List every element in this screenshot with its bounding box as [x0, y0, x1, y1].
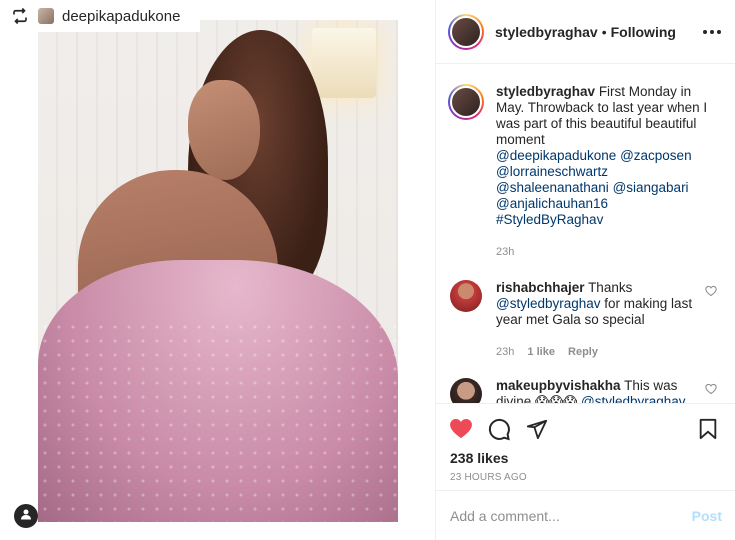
comment-text: Thanks	[588, 280, 633, 295]
comment-like-heart-icon[interactable]	[705, 284, 719, 298]
photo-face	[188, 80, 260, 180]
mention-link[interactable]: @lorraineschwartz	[496, 164, 608, 179]
more-options-icon[interactable]	[703, 24, 721, 40]
repost-attribution: deepikapadukone	[0, 0, 200, 32]
caption-time[interactable]: 23h	[496, 246, 514, 258]
comment-avatar[interactable]	[450, 378, 482, 403]
bookmark-icon[interactable]	[695, 416, 721, 442]
comment-input[interactable]	[450, 507, 692, 524]
hashtag-link[interactable]: #StyledByRaghav	[496, 212, 603, 227]
post-caption: styledbyraghav First Monday in May. Thro…	[448, 84, 719, 260]
heart-icon[interactable]	[448, 416, 474, 442]
photo-gown-sparkle	[38, 320, 398, 522]
caption-avatar[interactable]	[448, 84, 484, 120]
user-icon	[20, 507, 32, 525]
caption-meta: 23h	[496, 244, 714, 260]
reply-button[interactable]: Reply	[568, 346, 598, 358]
mention-link[interactable]: @styledbyraghav	[581, 394, 686, 403]
mention-link[interactable]: @zacposen	[620, 148, 692, 163]
comments-list[interactable]: styledbyraghav First Monday in May. Thro…	[436, 64, 735, 404]
mention-link[interactable]: @anjalichauhan16	[496, 196, 608, 211]
comment-body: makeupbyvishakha This was divine 😱😱😱 @st…	[496, 378, 704, 403]
header-separator: •	[601, 23, 607, 40]
post-actions	[436, 408, 735, 450]
comment-avatar[interactable]	[450, 280, 482, 312]
post-media: deepikapadukone	[0, 0, 435, 540]
comment-item: rishabchhajer Thanks @styledbyraghav for…	[448, 280, 719, 360]
caption-username[interactable]: styledbyraghav	[496, 84, 595, 99]
share-icon[interactable]	[524, 416, 550, 442]
post-photo[interactable]	[38, 20, 398, 522]
caption-body: styledbyraghav First Monday in May. Thro…	[496, 84, 714, 260]
comment-likes[interactable]: 1 like	[527, 346, 555, 358]
repost-avatar[interactable]	[38, 8, 54, 24]
repost-username[interactable]: deepikapadukone	[62, 8, 180, 25]
post-timestamp[interactable]: 23 HOURS AGO	[436, 466, 735, 483]
tagged-users-button[interactable]	[14, 504, 38, 528]
caption-avatar-image	[450, 86, 482, 118]
repost-icon	[10, 6, 30, 26]
add-comment-bar: Post	[436, 490, 735, 540]
comment-icon[interactable]	[486, 416, 512, 442]
mention-link[interactable]: @styledbyraghav	[496, 296, 601, 311]
likes-count[interactable]: 238 likes	[436, 450, 735, 466]
comment-body: rishabchhajer Thanks @styledbyraghav for…	[496, 280, 704, 360]
comment-item: makeupbyvishakha This was divine 😱😱😱 @st…	[448, 378, 719, 403]
comment-meta: 23h 1 like Reply	[496, 344, 704, 360]
comment-like-heart-icon[interactable]	[705, 382, 719, 396]
comment-time[interactable]: 23h	[496, 346, 514, 358]
following-button[interactable]: Following	[611, 24, 676, 40]
photo-lamp	[312, 28, 376, 98]
author-avatar-image	[450, 15, 482, 48]
comment-username[interactable]: rishabchhajer	[496, 280, 585, 295]
mention-link[interactable]: @deepikapadukone	[496, 148, 616, 163]
author-avatar[interactable]	[448, 13, 484, 50]
mention-link[interactable]: @siangabari	[613, 180, 689, 195]
author-username[interactable]: styledbyraghav	[495, 24, 598, 40]
comment-username[interactable]: makeupbyvishakha	[496, 378, 621, 393]
post-header: styledbyraghav • Following	[436, 0, 735, 64]
mention-link[interactable]: @shaleenanathani	[496, 180, 609, 195]
post-side-panel: styledbyraghav • Following styledbyragha…	[435, 0, 735, 540]
post-comment-button[interactable]: Post	[692, 508, 722, 524]
